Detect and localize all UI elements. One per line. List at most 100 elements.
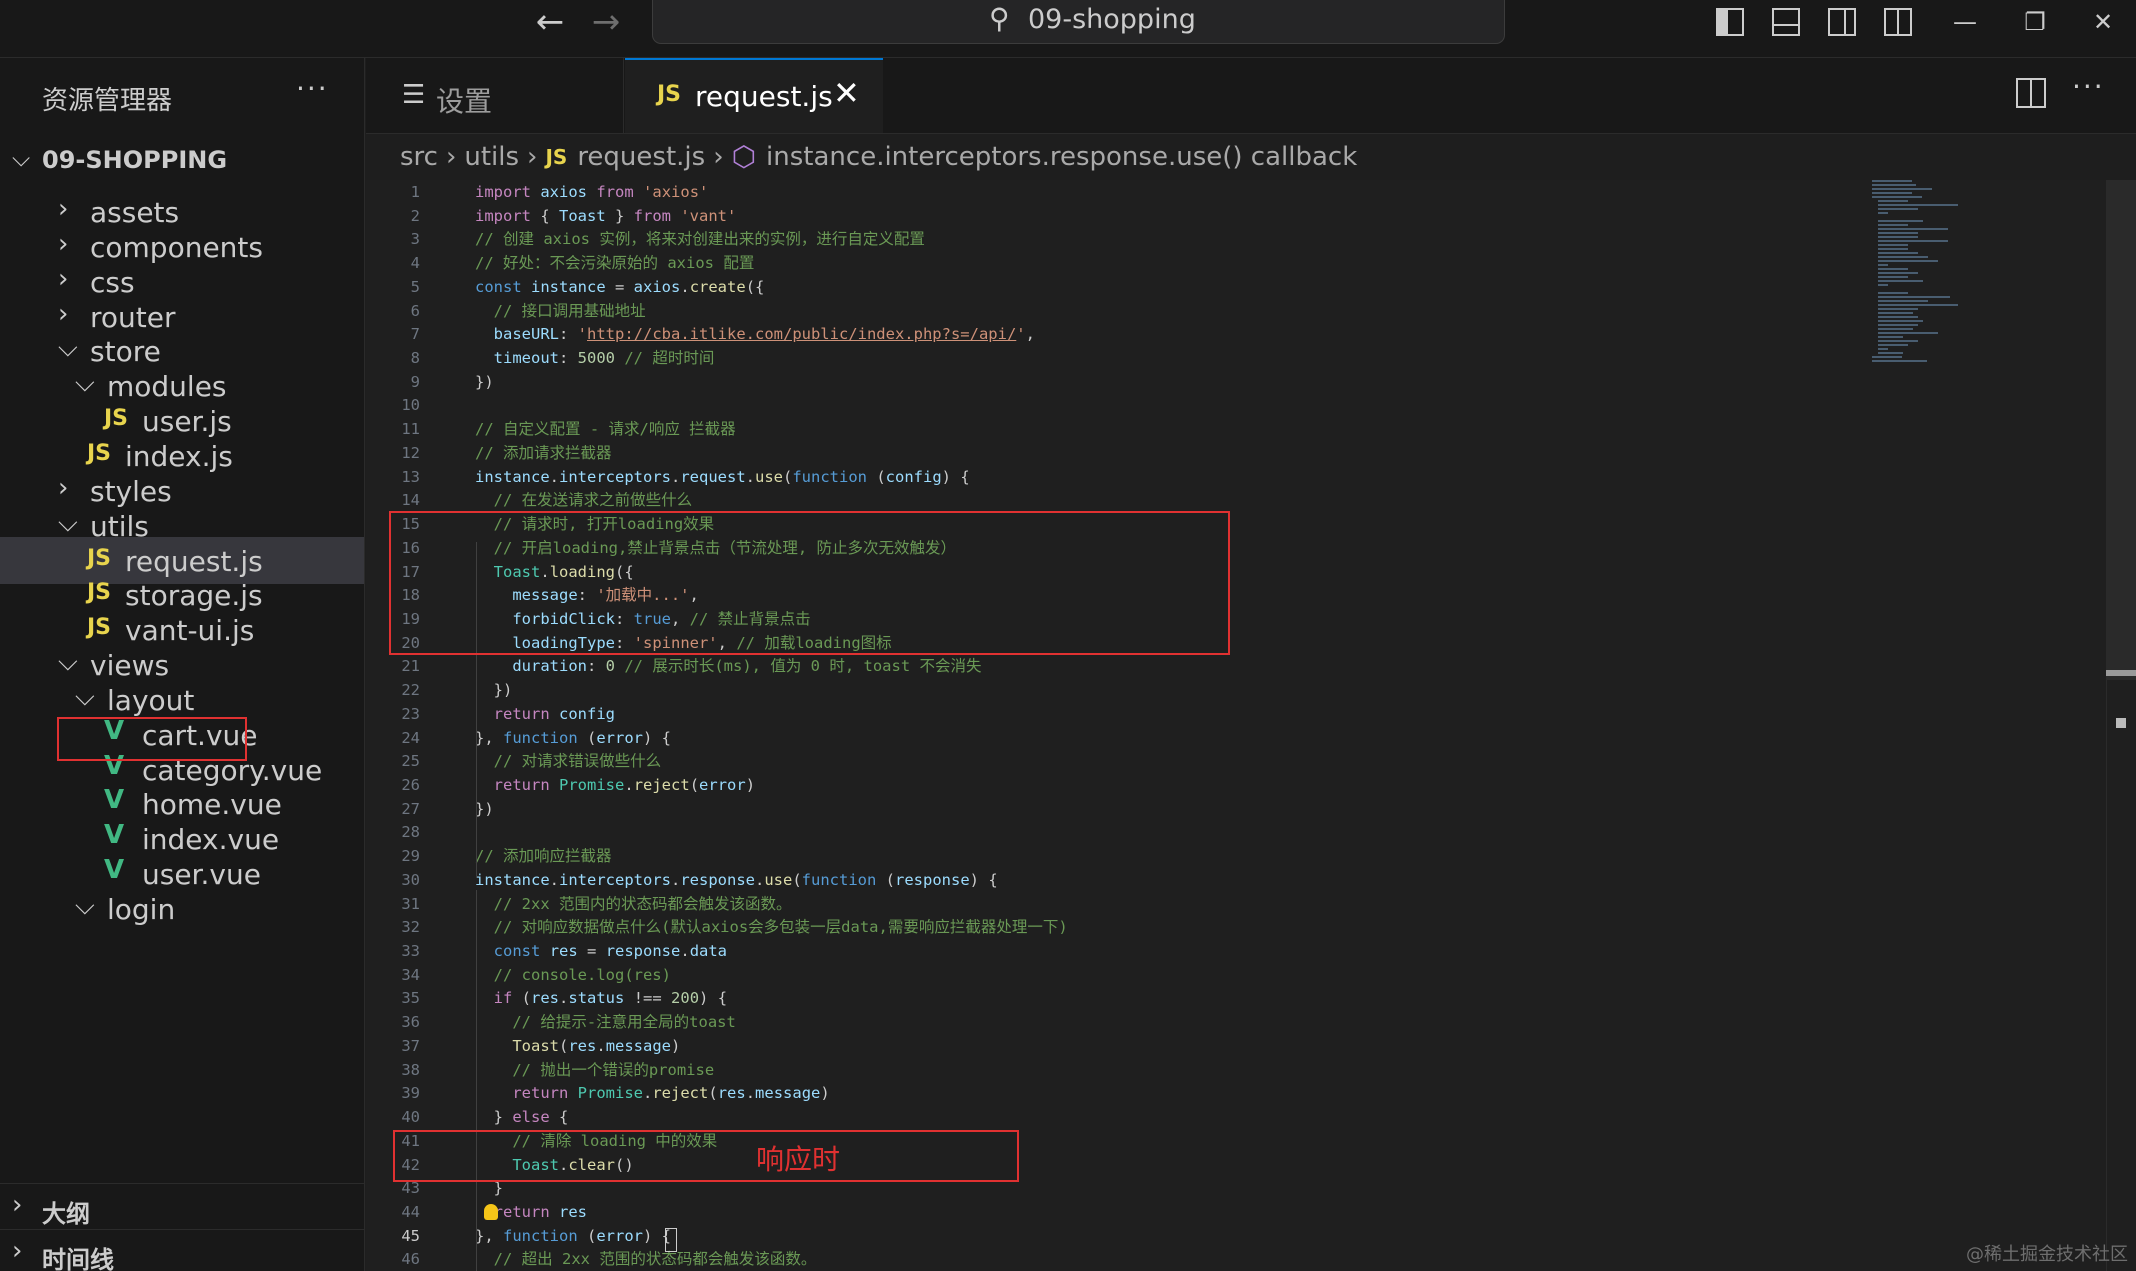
code-line: 23 return config	[366, 702, 1866, 726]
line-code: // 对请求错误做些什么	[493, 752, 662, 771]
minimap-line	[1872, 184, 1916, 186]
code-line: 37 Toast(res.message)	[366, 1034, 1866, 1058]
line-number: 23	[401, 704, 420, 723]
minimap-line	[1878, 236, 1918, 238]
line-number: 4	[410, 254, 420, 273]
search-text: 09-shopping	[1028, 4, 1196, 35]
code-line: 40 } else {	[366, 1105, 1866, 1129]
minimap-line	[1878, 300, 1928, 302]
minimap-line	[1878, 284, 1888, 286]
minimap[interactable]	[1872, 180, 1992, 400]
command-center-search[interactable]: ⚲ 09-shopping	[652, 0, 1505, 44]
code-line: 32 // 对响应数据做点什么(默认axios会多包装一层data,需要响应拦截…	[366, 915, 1866, 939]
minimap-line	[1878, 244, 1908, 246]
watermark: @稀土掘金技术社区	[1966, 1244, 2128, 1265]
timeline-section[interactable]: › 时间线	[0, 1229, 364, 1271]
scrollbar-cursor-marker	[2116, 718, 2126, 728]
restore-button[interactable]: ❐	[2010, 2, 2060, 42]
line-number: 31	[401, 894, 420, 913]
minimap-line	[1878, 352, 1903, 354]
back-arrow-icon[interactable]: ←	[528, 2, 572, 42]
code-line: 11 // 自定义配置 - 请求/响应 拦截器	[366, 417, 1866, 441]
line-code: const res = response.data	[493, 942, 728, 961]
tree-item-login[interactable]: ⌵ login	[0, 885, 364, 932]
tab-request-js[interactable]: JS request.js ✕	[625, 58, 883, 133]
code-line: 25 // 对请求错误做些什么	[366, 749, 1866, 773]
chevron-right-icon: ›	[58, 472, 69, 503]
line-number: 22	[401, 681, 420, 700]
line-code: }, function (error) {	[475, 728, 671, 747]
js-file-icon: JS	[545, 144, 568, 169]
minimap-line	[1878, 348, 1888, 350]
toggle-primary-sidebar-icon[interactable]	[1712, 4, 1748, 40]
line-code: // 超出 2xx 范围的状态码都会触发该函数。	[493, 1250, 817, 1269]
code-line: 22 })	[366, 678, 1866, 702]
chevron-right-icon: ›	[58, 263, 69, 294]
line-code: }, function (error) {	[475, 1226, 671, 1245]
toggle-secondary-sidebar-icon[interactable]	[1824, 4, 1860, 40]
vue-file-icon: V	[104, 785, 125, 816]
code-line: 44 return res	[366, 1200, 1866, 1224]
line-number: 44	[401, 1202, 420, 1221]
scrollbar-thumb[interactable]	[2106, 180, 2136, 680]
minimap-line	[1878, 200, 1908, 202]
code-line: 26 return Promise.reject(error)	[366, 773, 1866, 797]
chevron-right-icon: ›	[445, 141, 457, 172]
breadcrumb-file[interactable]: request.js	[577, 142, 705, 172]
line-number: 46	[401, 1250, 420, 1269]
code-editor[interactable]: 1 import axios from 'axios' 2 import { Toas…	[366, 180, 2112, 1271]
line-code: baseURL: 'http://cba.itlike.com/public/i…	[493, 325, 1035, 344]
tab-settings[interactable]: ☰ 设置	[366, 58, 624, 133]
vue-file-icon: V	[104, 855, 125, 886]
line-number: 37	[401, 1036, 420, 1055]
minimize-button[interactable]: —	[1940, 2, 1990, 42]
minimap-line	[1872, 360, 1927, 362]
minimap-line	[1872, 356, 1902, 358]
minimap-line	[1878, 292, 1908, 294]
response-annotation-label: 响应时	[756, 1144, 841, 1175]
breadcrumb: src › utils › JS request.js › ⬡ instance.interce…	[400, 140, 1357, 180]
split-editor-icon[interactable]	[2016, 78, 2046, 108]
workspace-root[interactable]: ⌵ 09-SHOPPING	[0, 140, 364, 184]
line-number: 2	[410, 206, 420, 225]
outline-section[interactable]: › 大纲	[0, 1183, 364, 1230]
breadcrumb-symbol[interactable]: instance.interceptors.response.use() cal…	[766, 142, 1357, 172]
line-number: 40	[401, 1108, 420, 1127]
line-code: })	[475, 681, 513, 700]
line-code: // 抛出一个错误的promise	[512, 1060, 715, 1079]
search-icon: ⚲	[989, 2, 1010, 35]
code-line: 30 instance.interceptors.response.use(fun…	[366, 868, 1866, 892]
symbol-method-icon: ⬡	[731, 140, 757, 173]
workspace-root-label: 09-SHOPPING	[42, 146, 228, 174]
more-actions-icon[interactable]: ···	[296, 72, 329, 105]
js-file-icon: JS	[87, 580, 112, 606]
code-line: 4 // 好处：不会污染原始的 axios 配置	[366, 251, 1866, 275]
line-code: // 对响应数据做点什么(默认axios会多包装一层data,需要响应拦截器处理…	[493, 918, 1068, 937]
close-icon[interactable]: ✕	[833, 74, 860, 112]
close-window-button[interactable]: ✕	[2078, 2, 2128, 42]
minimap-line	[1872, 188, 1932, 190]
code-line: 45}, function (error) {	[366, 1224, 1866, 1248]
line-number: 36	[401, 1013, 420, 1032]
minimap-line	[1878, 272, 1918, 274]
line-number: 3	[410, 230, 420, 249]
chevron-down-icon: ⌵	[75, 891, 95, 921]
minimap-line	[1878, 240, 1948, 242]
line-number: 10	[401, 396, 420, 415]
breadcrumb-src[interactable]: src	[400, 142, 438, 172]
customize-layout-icon[interactable]	[1880, 4, 1916, 40]
minimap-line	[1878, 276, 1908, 278]
code-line: 34 // console.log(res)	[366, 963, 1866, 987]
minimap-line	[1878, 296, 1950, 298]
line-number: 7	[410, 325, 420, 344]
line-code: duration: 0 // 展示时长(ms), 值为 0 时, toast 不…	[512, 657, 982, 676]
forward-arrow-icon[interactable]: →	[584, 2, 628, 42]
lightbulb-icon[interactable]	[484, 1204, 498, 1220]
breadcrumb-utils[interactable]: utils	[464, 142, 519, 172]
toggle-panel-icon[interactable]	[1768, 4, 1804, 40]
code-line: 5 const instance = axios.create({	[366, 275, 1866, 299]
vue-file-icon: V	[104, 820, 125, 851]
clear-highlight-box	[393, 1130, 1019, 1182]
more-actions-icon[interactable]: ···	[2072, 70, 2105, 103]
chevron-down-icon: ⌵	[75, 368, 95, 399]
